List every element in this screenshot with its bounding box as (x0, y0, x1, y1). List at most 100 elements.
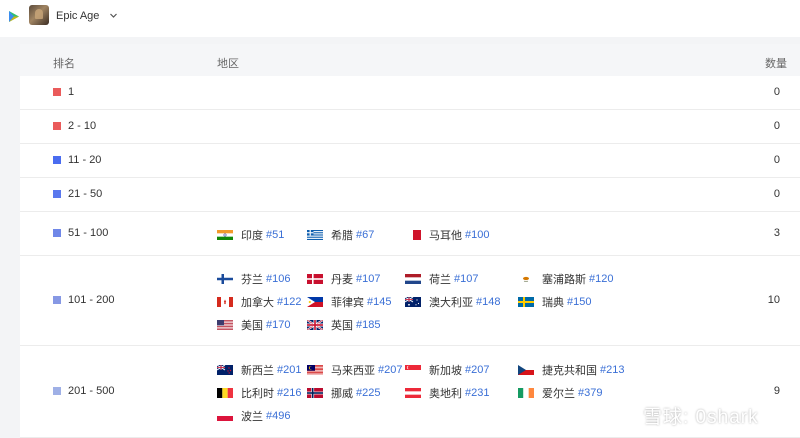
ireland-flag-icon (518, 387, 534, 398)
region-entry[interactable]: 英国 #185 (307, 317, 380, 333)
region-name: 马来西亚 (331, 364, 375, 377)
rank-label: 21 - 50 (68, 188, 103, 200)
play-store-icon (9, 11, 19, 22)
rank-color-marker (53, 122, 61, 130)
czech-flag-icon (518, 364, 534, 375)
rank-color-marker (53, 88, 61, 96)
austria-flag-icon (405, 387, 421, 398)
region-entry[interactable]: 波兰 #496 (217, 408, 290, 424)
app-icon[interactable] (29, 5, 49, 25)
region-rank: #225 (356, 386, 381, 399)
column-header-count: 数量 (765, 58, 787, 70)
region-entry[interactable]: 美国 #170 (217, 317, 290, 333)
region-rank: #145 (367, 295, 392, 308)
rank-color-marker (53, 190, 61, 198)
count-cell: 0 (773, 154, 780, 166)
region-name: 马耳他 (429, 229, 462, 242)
region-entry[interactable]: 印度 #51 (217, 227, 284, 243)
app-name[interactable]: Epic Age (56, 10, 99, 22)
table-row: 10 (20, 76, 800, 110)
count-cell: 0 (773, 120, 780, 132)
malaysia-flag-icon (307, 364, 323, 375)
region-entry[interactable]: 奥地利 #231 (405, 385, 489, 401)
rank-label: 1 (68, 86, 75, 98)
region-rank: #207 (465, 363, 490, 376)
region-entry[interactable]: 加拿大 #122 (217, 294, 301, 310)
count-cell: 0 (773, 188, 780, 200)
region-rank: #216 (277, 386, 302, 399)
region-rank: #122 (277, 295, 302, 308)
region-entry[interactable]: 芬兰 #106 (217, 271, 290, 287)
top-bar: Epic Age (0, 0, 800, 37)
region-entry[interactable]: 挪威 #225 (307, 385, 380, 401)
column-header-region: 地区 (217, 58, 239, 70)
rank-cell: 201 - 500 (53, 385, 114, 397)
region-entry[interactable]: 比利时 #216 (217, 385, 301, 401)
region-entry[interactable]: 新西兰 #201 (217, 362, 301, 378)
region-rank: #201 (277, 363, 302, 376)
table-row: 51 - 100 3 印度 #51 希腊 #67 马耳他 #100 (20, 212, 800, 256)
rank-cell: 2 - 10 (53, 120, 96, 132)
watermark-text: 雪球: 0shark (643, 407, 759, 428)
region-name: 波兰 (241, 410, 263, 423)
region-entry[interactable]: 马耳他 #100 (405, 227, 489, 243)
region-rank: #107 (356, 272, 381, 285)
region-entry[interactable]: 丹麦 #107 (307, 271, 380, 287)
philippines-flag-icon (307, 296, 323, 307)
malta-flag-icon (405, 229, 421, 240)
region-name: 英国 (331, 319, 353, 332)
region-name: 爱尔兰 (542, 387, 575, 400)
region-entry[interactable]: 捷克共和国 #213 (518, 362, 624, 378)
region-name: 美国 (241, 319, 263, 332)
region-name: 瑞典 (542, 296, 564, 309)
region-name: 奥地利 (429, 387, 462, 400)
region-name: 丹麦 (331, 273, 353, 286)
region-entry[interactable]: 新加坡 #207 (405, 362, 489, 378)
region-rank: #150 (567, 295, 592, 308)
region-entry[interactable]: 荷兰 #107 (405, 271, 478, 287)
region-entry[interactable]: 菲律宾 #145 (307, 294, 391, 310)
count-cell: 9 (773, 385, 780, 397)
region-rank: #379 (578, 386, 603, 399)
norway-flag-icon (307, 387, 323, 398)
region-name: 新西兰 (241, 364, 274, 377)
poland-flag-icon (217, 410, 233, 421)
region-entry[interactable]: 马来西亚 #207 (307, 362, 402, 378)
greece-flag-icon (307, 229, 323, 240)
rank-cell: 21 - 50 (53, 188, 102, 200)
region-entry[interactable]: 希腊 #67 (307, 227, 374, 243)
australia-flag-icon (405, 296, 421, 307)
rank-color-marker (53, 296, 61, 304)
region-name: 印度 (241, 229, 263, 242)
region-name: 芬兰 (241, 273, 263, 286)
region-entry[interactable]: 瑞典 #150 (518, 294, 591, 310)
region-rank: #120 (589, 272, 614, 285)
table-row: 11 - 20 0 (20, 144, 800, 178)
column-header-rank: 排名 (53, 58, 75, 70)
region-rank: #148 (476, 295, 501, 308)
region-name: 比利时 (241, 387, 274, 400)
region-name: 捷克共和国 (542, 364, 597, 377)
region-entry[interactable]: 塞浦路斯 #120 (518, 271, 613, 287)
region-name: 菲律宾 (331, 296, 364, 309)
rank-label: 2 - 10 (68, 120, 97, 132)
region-entry[interactable]: 爱尔兰 #379 (518, 385, 602, 401)
region-rank: #185 (356, 318, 381, 331)
denmark-flag-icon (307, 273, 323, 284)
region-name: 荷兰 (429, 273, 451, 286)
region-entry[interactable]: 澳大利亚 #148 (405, 294, 500, 310)
chevron-down-icon[interactable] (109, 11, 118, 20)
usa-flag-icon (217, 319, 233, 330)
rank-color-marker (53, 156, 61, 164)
rank-color-marker (53, 229, 61, 237)
rank-label: 51 - 100 (68, 227, 109, 239)
region-rank: #496 (266, 409, 291, 422)
rank-label: 11 - 20 (68, 154, 102, 166)
region-rank: #107 (454, 272, 479, 285)
ranking-table: 排名 地区 数量 102 - 10 0 11 - 20 0 21 - 50 0 51 - 1… (20, 44, 800, 438)
table-header: 排名 地区 数量 (20, 44, 800, 76)
uk-flag-icon (307, 319, 323, 330)
region-rank: #170 (266, 318, 291, 331)
cyprus-flag-icon (518, 273, 534, 284)
count-cell: 0 (773, 86, 780, 98)
